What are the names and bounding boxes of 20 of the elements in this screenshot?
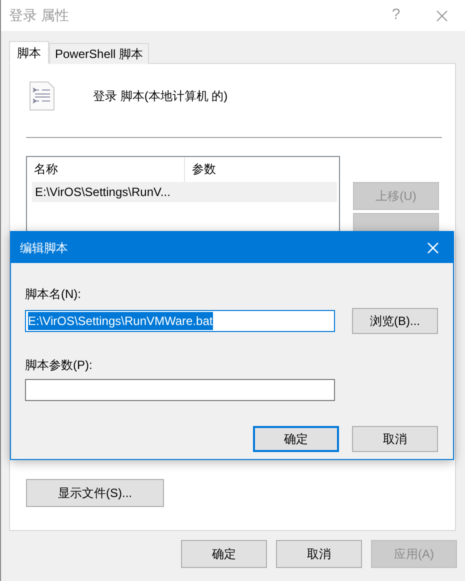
field-label: 脚本名(N): — [25, 286, 81, 303]
close-icon — [436, 10, 448, 22]
dialog-title: 编辑脚本 — [20, 240, 68, 256]
dialog-button[interactable]: 取消 — [352, 426, 438, 452]
input-field[interactable]: E:\VirOS\Settings\RunVMWare.bat — [25, 310, 335, 332]
tab[interactable]: PowerShell 脚本 — [49, 43, 150, 64]
window-title: 登录 属性 — [9, 6, 69, 25]
browse-button[interactable]: 浏览(B)... — [352, 308, 438, 334]
field-label: 脚本参数(P): — [25, 357, 92, 374]
list-row[interactable]: E:\VirOS\Settings\RunV... — [32, 182, 337, 202]
dialog-button[interactable]: 确定 — [253, 426, 339, 452]
dialog-button[interactable]: 确定 — [181, 540, 267, 568]
tab[interactable]: 脚本 — [9, 41, 49, 64]
input-field[interactable] — [25, 379, 335, 401]
show-files-button[interactable]: 显示文件(S)... — [26, 479, 164, 507]
column-header[interactable]: 参数 — [185, 157, 339, 182]
close-icon — [427, 242, 439, 254]
dialog-button[interactable]: 取消 — [276, 540, 362, 568]
heading-text: 登录 脚本(本地计算机 的) — [93, 88, 228, 105]
script-file-icon — [29, 81, 55, 111]
